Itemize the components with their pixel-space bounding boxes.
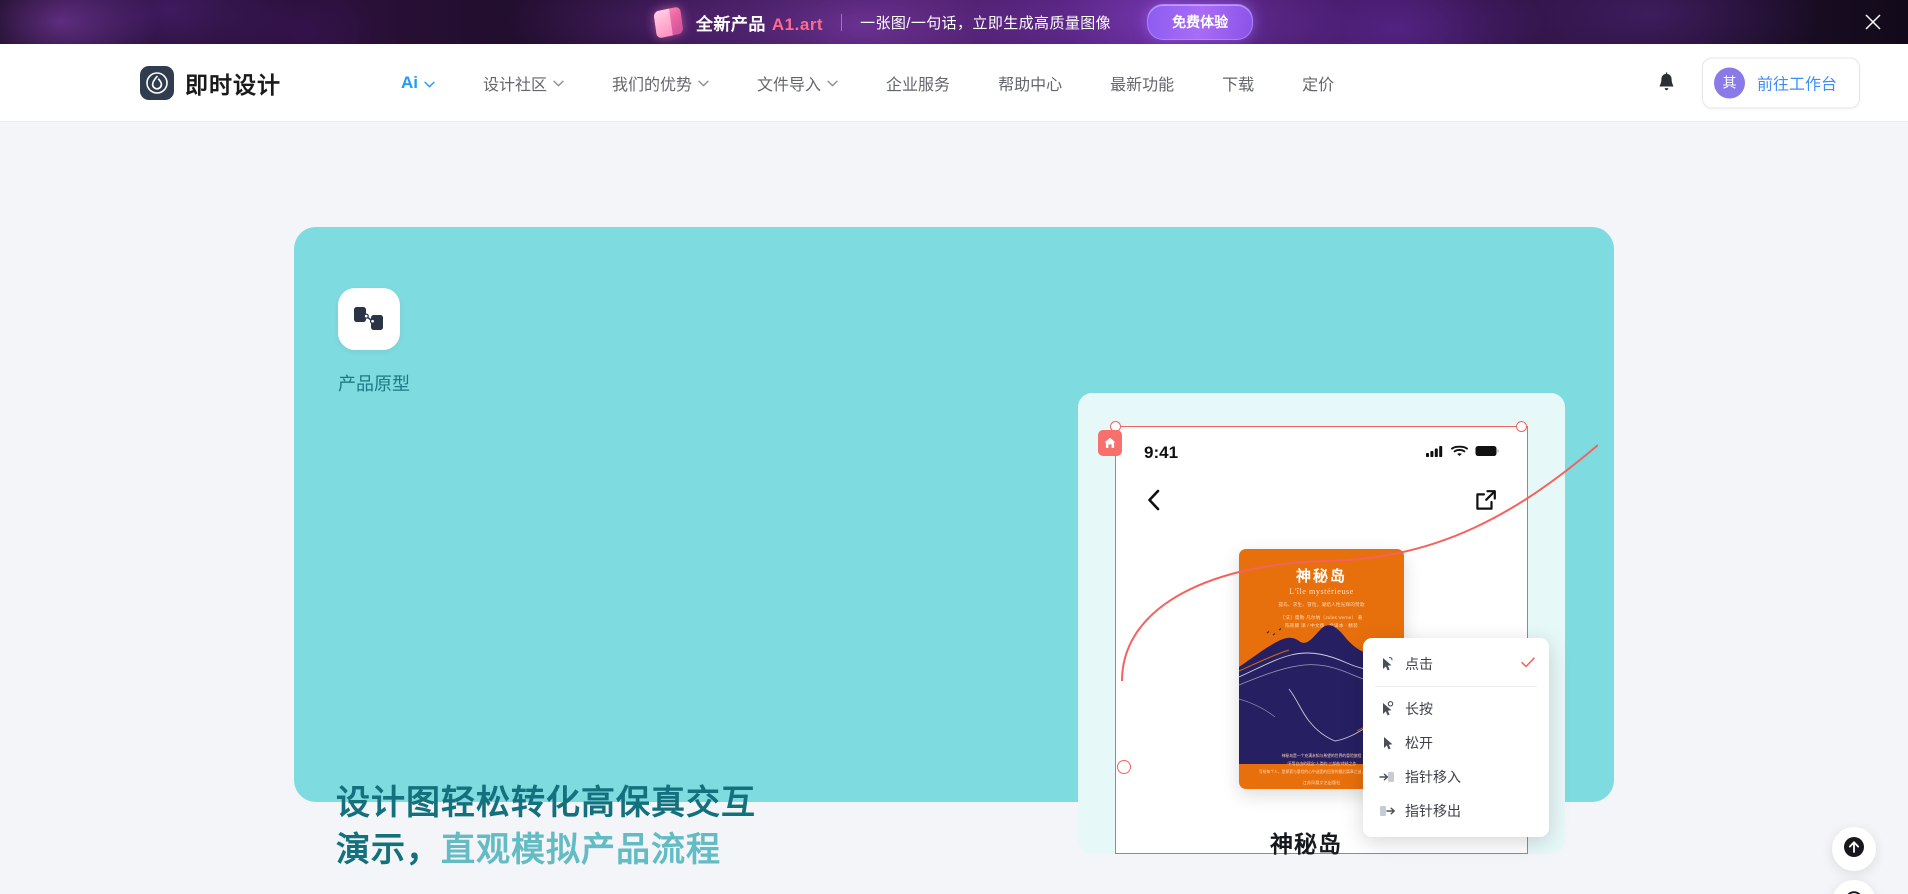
selection-handle-top-right[interactable]: [1516, 421, 1527, 432]
nav-item-label: 下载: [1222, 76, 1255, 94]
promo-cta-button[interactable]: 免费体验: [1147, 4, 1254, 40]
dropdown-item-click[interactable]: 点击: [1363, 647, 1549, 681]
nav-item-label: Ai: [401, 72, 418, 92]
category-label: 产品原型: [338, 374, 410, 394]
dropdown-item-label: 点击: [1405, 656, 1433, 672]
flame-droplet-logo-icon: [140, 65, 174, 100]
close-icon[interactable]: [1860, 9, 1886, 35]
workbench-label: 前往工作台: [1756, 76, 1837, 94]
dropdown-item-pointer-leave[interactable]: 指针移出: [1363, 794, 1549, 828]
dropdown-item-label: 指针移入: [1405, 769, 1461, 785]
nav-item-label: 帮助中心: [998, 76, 1063, 94]
promo-banner: 全新产品 A1.art 一张图/一句话，立即生成高质量图像 免费体验: [0, 0, 1908, 44]
nav-item-ai[interactable]: Ai: [377, 73, 459, 93]
cursor-release-icon: [1377, 735, 1397, 751]
nav-item-label: 企业服务: [886, 76, 951, 94]
cursor-click-icon: [1377, 656, 1397, 672]
chevron-down-icon: [698, 74, 709, 92]
avatar: 其: [1713, 67, 1745, 98]
cursor-longpress-icon: [1377, 701, 1397, 717]
nav-item-label: 文件导入: [757, 76, 822, 94]
interaction-trigger-dropdown[interactable]: 点击 长按 松开 指针移入 指针移出: [1363, 638, 1549, 837]
pointer-leave-icon: [1377, 804, 1397, 818]
page-body: 产品原型 设计图轻松转化高保真交互 演示，直观模拟产品流程 9:41 神秘岛 L…: [0, 122, 1908, 894]
connector-handle[interactable]: [1117, 760, 1131, 774]
workbench-button[interactable]: 其 前往工作台: [1701, 57, 1860, 108]
headset-icon: [1843, 889, 1865, 894]
dropdown-item-label: 长按: [1405, 701, 1433, 717]
cube-icon: [653, 5, 684, 39]
promo-content: 全新产品 A1.art 一张图/一句话，立即生成高质量图像 免费体验: [653, 4, 1254, 40]
nav-item-advantages[interactable]: 我们的优势: [588, 71, 733, 95]
page-title: 设计图轻松转化高保真交互 演示，直观模拟产品流程: [336, 780, 756, 874]
promo-subtitle: 一张图/一句话，立即生成高质量图像: [860, 14, 1112, 32]
support-button[interactable]: [1832, 880, 1876, 894]
dropdown-item-label: 指针移出: [1405, 803, 1461, 819]
dropdown-divider: [1375, 686, 1537, 687]
nav-item-label: 最新功能: [1110, 76, 1175, 94]
dropdown-item-label: 松开: [1405, 735, 1433, 751]
prototype-icon: [338, 288, 400, 350]
promo-divider: [841, 13, 843, 31]
nav-item-new-features[interactable]: 最新功能: [1086, 71, 1198, 95]
promo-title-prefix: 全新产品: [695, 14, 766, 34]
nav-item-design-community[interactable]: 设计社区: [459, 71, 588, 95]
promo-brand: A1.art: [771, 14, 824, 34]
dropdown-item-longpress[interactable]: 长按: [1363, 692, 1549, 726]
home-icon[interactable]: [1098, 430, 1122, 456]
chevron-down-icon: [827, 74, 838, 92]
dropdown-item-release[interactable]: 松开: [1363, 726, 1549, 760]
nav-item-label: 定价: [1302, 76, 1335, 94]
dropdown-item-pointer-enter[interactable]: 指针移入: [1363, 760, 1549, 794]
nav-item-label: 我们的优势: [612, 76, 693, 94]
nav-item-enterprise[interactable]: 企业服务: [862, 71, 974, 95]
headline-line-1: 设计图轻松转化高保真交互: [336, 784, 756, 822]
nav-item-label: 设计社区: [483, 76, 548, 94]
brand-name: 即时设计: [185, 71, 281, 98]
headline-line-2-light: 直观模拟产品流程: [441, 830, 721, 869]
nav-item-file-import[interactable]: 文件导入: [733, 71, 862, 95]
nav-item-help-center[interactable]: 帮助中心: [974, 71, 1086, 95]
bell-icon[interactable]: [1656, 71, 1678, 95]
brand-logo-block[interactable]: 即时设计: [140, 65, 281, 100]
promo-title: 全新产品 A1.art: [696, 10, 823, 35]
chevron-down-icon: [424, 73, 435, 93]
navbar: 即时设计 Ai 设计社区 我们的优势 文件导入 企业服务 帮助中心 最新功能 下…: [0, 44, 1908, 122]
headline-line-2-dark: 演示，: [336, 830, 441, 869]
nav-right-group: 其 前往工作台: [1656, 57, 1860, 108]
chevron-down-icon: [553, 74, 564, 92]
nav-item-download[interactable]: 下载: [1198, 71, 1278, 95]
pointer-enter-icon: [1377, 770, 1397, 784]
nav-item-pricing[interactable]: 定价: [1278, 71, 1358, 95]
scroll-to-top-button[interactable]: [1832, 827, 1876, 871]
arrow-up-circle-icon: [1843, 836, 1865, 863]
check-icon: [1521, 655, 1535, 673]
nav-items: Ai 设计社区 我们的优势 文件导入 企业服务 帮助中心 最新功能 下载 定价: [377, 71, 1358, 95]
